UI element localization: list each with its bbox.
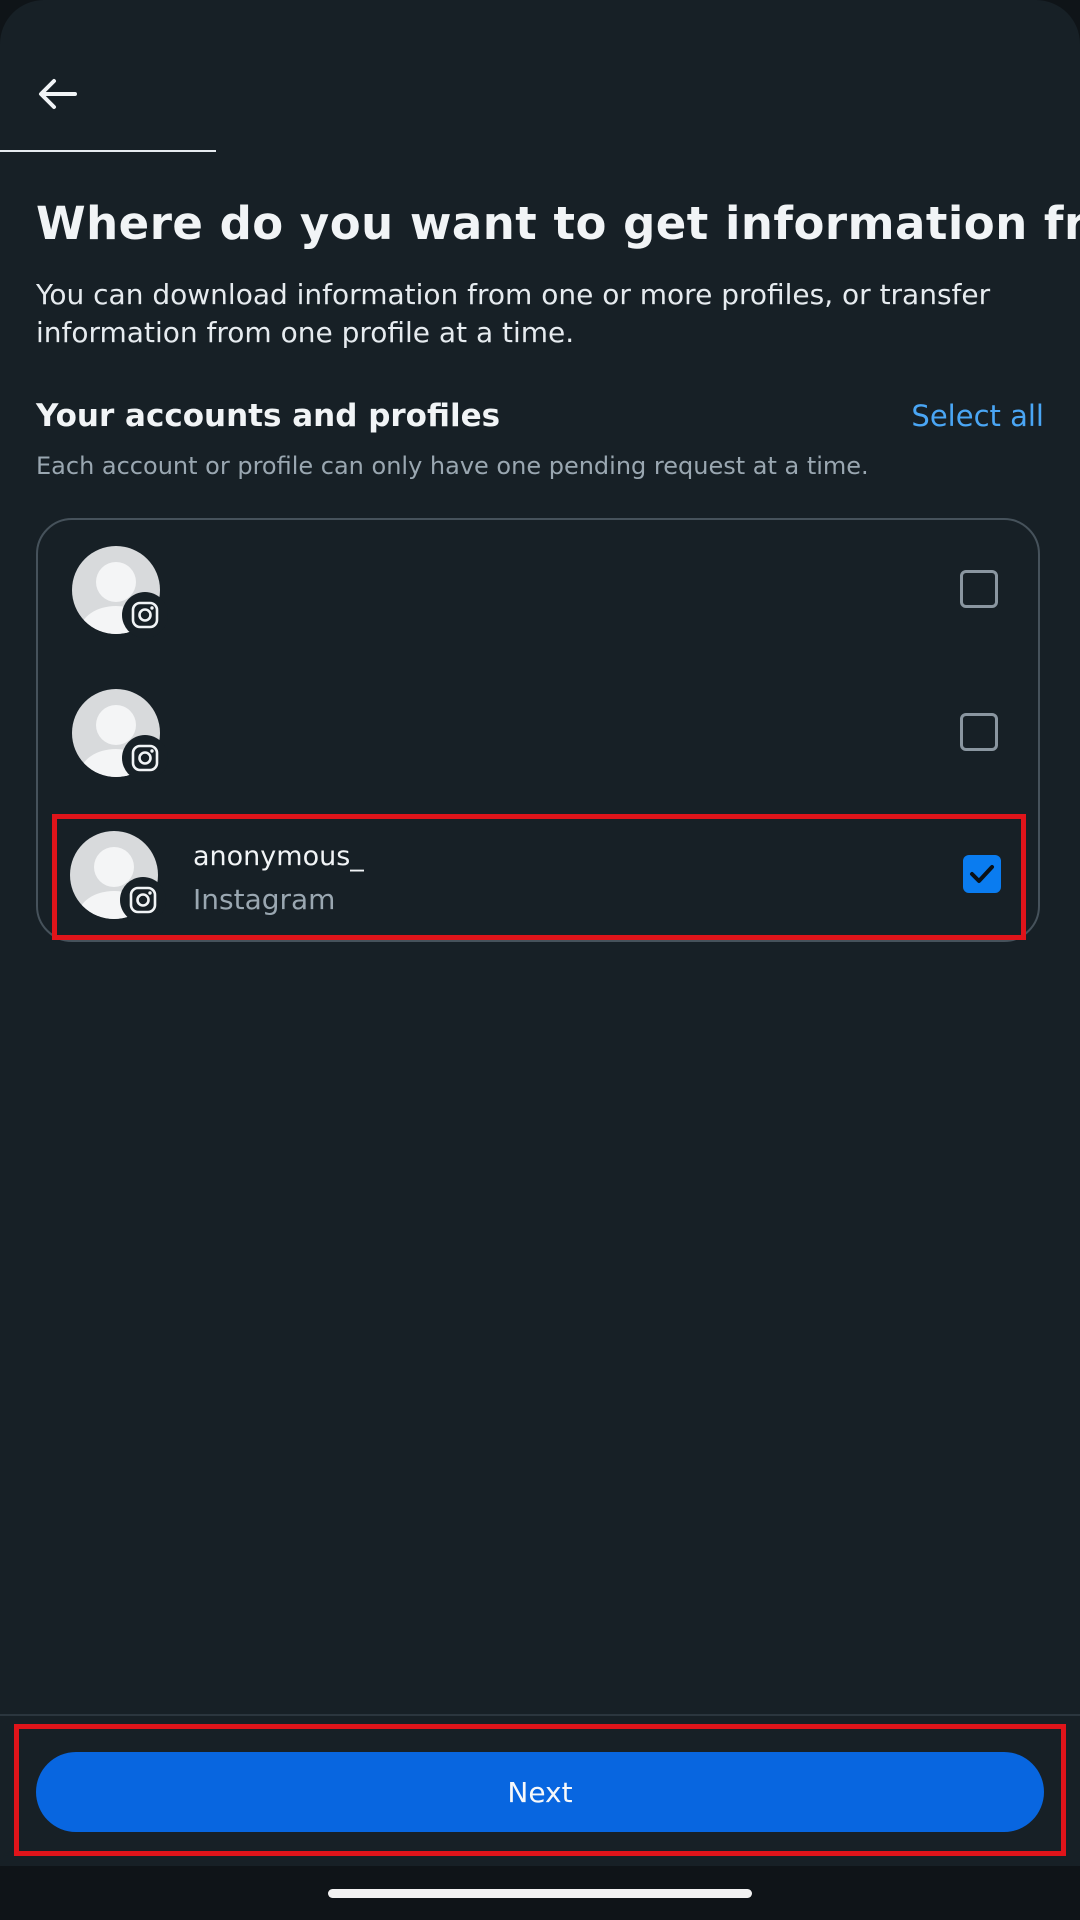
- account-name: anonymous_: [193, 841, 364, 872]
- screen: Where do you want to get information fro…: [0, 0, 1080, 1920]
- page-subtitle: You can download information from one or…: [36, 278, 991, 349]
- footer-divider: [0, 1714, 1080, 1716]
- arrow-left-icon: [39, 79, 77, 109]
- account-platform: Instagram: [193, 883, 336, 916]
- account-checkbox[interactable]: [960, 713, 998, 751]
- home-indicator[interactable]: [328, 1889, 752, 1898]
- account-checkbox[interactable]: [960, 570, 998, 608]
- instagram-icon: [122, 592, 168, 638]
- page-title: Where do you want to get information fro…: [36, 197, 1080, 250]
- back-button[interactable]: [32, 72, 82, 116]
- next-button[interactable]: Next: [36, 1752, 1044, 1832]
- section-title: Your accounts and profiles: [36, 398, 501, 434]
- account-row-selected[interactable]: anonymous_ Instagram: [52, 814, 1026, 940]
- account-checkbox-checked[interactable]: [963, 855, 1001, 893]
- instagram-icon: [120, 877, 166, 923]
- accounts-list: anonymous_ Instagram: [36, 518, 1040, 942]
- account-row[interactable]: [56, 675, 1022, 795]
- select-all-link[interactable]: Select all: [911, 396, 1044, 436]
- account-row[interactable]: [56, 532, 1022, 652]
- instagram-icon: [122, 735, 168, 781]
- section-hint: Each account or profile can only have on…: [36, 452, 869, 480]
- progress-indicator: [0, 150, 216, 152]
- checkmark-icon: [970, 865, 994, 883]
